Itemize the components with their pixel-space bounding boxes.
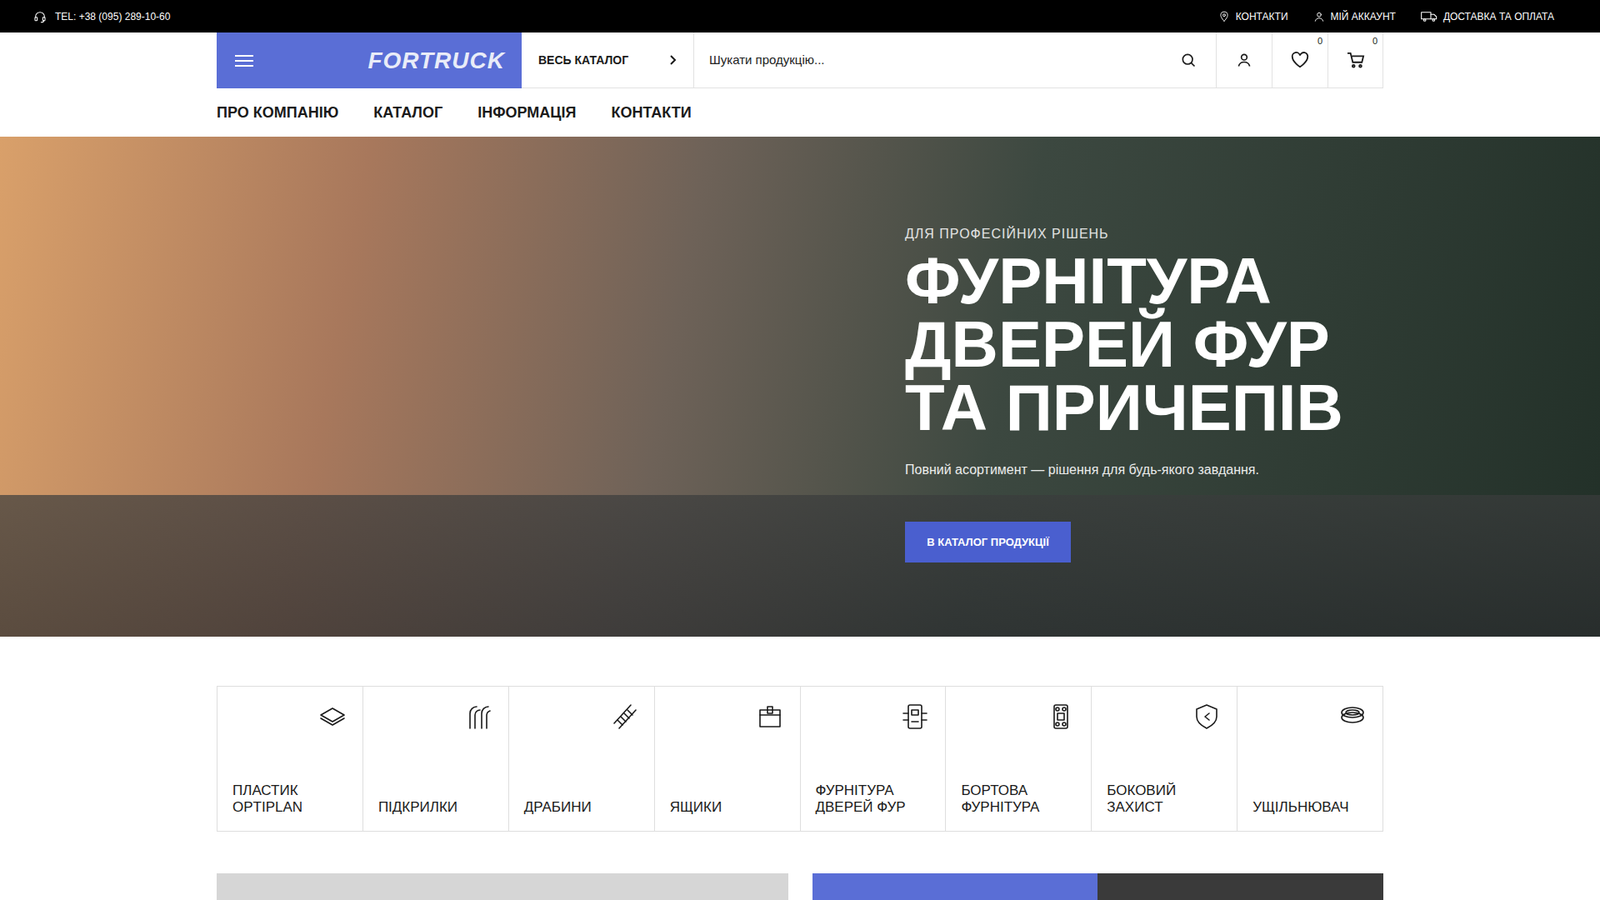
cart-button[interactable]: 0 bbox=[1327, 32, 1384, 89]
category-card[interactable]: БОРТОВА ФУРНІТУРА bbox=[945, 686, 1092, 832]
phone[interactable]: TEL: +38 (095) 289-10-60 bbox=[33, 9, 170, 25]
search-icon[interactable] bbox=[1160, 32, 1216, 88]
category-card[interactable]: БОКОВИЙ ЗАХИСТ bbox=[1091, 686, 1238, 832]
top-link[interactable]: МІЙ АККАУНТ bbox=[1313, 9, 1396, 25]
promo-card[interactable] bbox=[812, 873, 1385, 900]
side-hardware-icon bbox=[1045, 701, 1076, 732]
hero: ДЛЯ ПРОФЕСІЙНИХ РІШЕНЬ ФУРНІТУРАДВЕРЕЙ ФУ… bbox=[0, 136, 1600, 637]
category-card[interactable]: ЯЩИКИ bbox=[655, 686, 801, 832]
category-card[interactable]: ФУРНІТУРА ДВЕРЕЙ ФУР bbox=[800, 686, 947, 832]
main-nav: ПРО КОМПАНІЮ КАТАЛОГ ІНФОРМАЦІЯ КОНТАКТИ bbox=[216, 88, 1384, 137]
promo-card[interactable] bbox=[216, 873, 789, 900]
cart-count: 0 bbox=[1372, 34, 1378, 49]
user-icon bbox=[1235, 51, 1253, 69]
logo[interactable]: FORTRUCK bbox=[367, 43, 505, 79]
box-icon bbox=[755, 701, 785, 732]
cart-icon bbox=[1346, 51, 1365, 69]
heart-icon bbox=[1290, 51, 1310, 69]
category-card[interactable]: ПЛАСТИК OPTIPLAN bbox=[217, 686, 364, 832]
top-link[interactable]: ДОСТАВКА ТА ОПЛАТА bbox=[1420, 9, 1555, 25]
wishlist-count: 0 bbox=[1317, 34, 1323, 49]
account-button[interactable] bbox=[1215, 32, 1272, 89]
promo-row bbox=[216, 873, 1384, 900]
hero-road bbox=[0, 495, 1600, 637]
door-hardware-icon bbox=[900, 701, 930, 732]
chevron-icon bbox=[670, 55, 677, 65]
phone-text: TEL: +38 (095) 289-10-60 bbox=[55, 9, 170, 25]
nav-item[interactable]: ІНФОРМАЦІЯ bbox=[477, 101, 576, 125]
hero-eyebrow: ДЛЯ ПРОФЕСІЙНИХ РІШЕНЬ bbox=[905, 225, 1384, 243]
headset-icon bbox=[33, 10, 47, 24]
nav-item[interactable]: КАТАЛОГ bbox=[373, 101, 443, 125]
category-grid: ПЛАСТИК OPTIPLANПІДКРИЛКИДРАБИНИЯЩИКИФУР… bbox=[216, 685, 1384, 832]
hero-subtitle: Повний асортимент — рішення для будь-яко… bbox=[905, 460, 1384, 480]
burger-icon[interactable] bbox=[235, 54, 254, 68]
category-card[interactable]: ДРАБИНИ bbox=[509, 686, 655, 832]
truck-icon bbox=[1420, 10, 1438, 23]
brand-block: FORTRUCK bbox=[216, 32, 522, 89]
header: FORTRUCK ВЕСЬ КАТАЛОГ 0 0 bbox=[216, 32, 1384, 89]
shield-icon bbox=[1191, 701, 1222, 732]
search-input[interactable] bbox=[694, 32, 1161, 88]
nav-item[interactable]: КОНТАКТИ bbox=[610, 101, 691, 125]
catalog-button[interactable]: ВЕСЬ КАТАЛОГ bbox=[521, 32, 695, 89]
pin-icon bbox=[1218, 10, 1230, 23]
top-link[interactable]: КОНТАКТИ bbox=[1218, 9, 1289, 25]
catalog-cta-button[interactable]: В КАТАЛОГ ПРОДУКЦІЇ bbox=[905, 521, 1071, 563]
top-bar: TEL: +38 (095) 289-10-60 КОНТАКТИ МІЙ АККА… bbox=[0, 0, 1600, 33]
category-card[interactable]: УЩІЛЬНЮВАЧ bbox=[1237, 686, 1384, 832]
ladder-icon bbox=[609, 701, 640, 732]
category-card[interactable]: ПІДКРИЛКИ bbox=[363, 686, 510, 832]
seal-icon bbox=[1337, 701, 1368, 732]
hero-title: ФУРНІТУРАДВЕРЕЙ ФУРТА ПРИЧЕПІВ bbox=[905, 249, 1384, 440]
search-bar bbox=[694, 32, 1216, 89]
plastic-sheets-icon bbox=[317, 701, 348, 732]
user-icon bbox=[1313, 10, 1325, 23]
wishlist-button[interactable]: 0 bbox=[1271, 32, 1328, 89]
mudguard-icon bbox=[463, 701, 494, 732]
nav-item[interactable]: ПРО КОМПАНІЮ bbox=[216, 101, 339, 125]
